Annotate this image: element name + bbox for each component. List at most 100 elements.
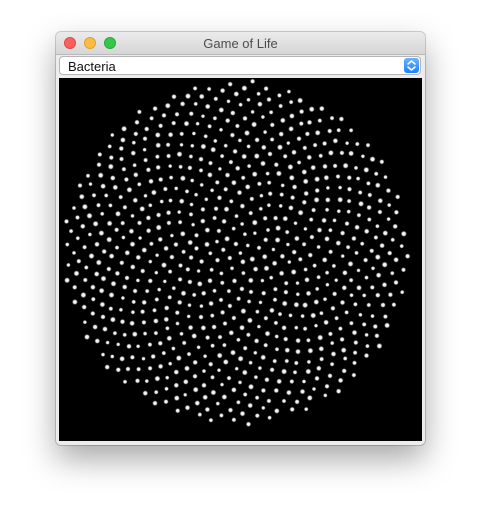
- bacteria-cell: [97, 151, 103, 158]
- bacteria-cell: [115, 342, 121, 347]
- bacteria-cell: [176, 151, 183, 158]
- bacteria-cell: [153, 389, 159, 395]
- bacteria-cell: [296, 159, 302, 166]
- bacteria-cell: [169, 233, 175, 238]
- bacteria-cell: [108, 253, 115, 260]
- bacteria-cell: [200, 324, 207, 331]
- bacteria-cell: [223, 235, 231, 242]
- bacteria-cell: [199, 182, 205, 188]
- bacteria-cell: [392, 223, 399, 230]
- bacteria-cell: [246, 143, 252, 149]
- bacteria-cell: [107, 202, 113, 208]
- simulation-select-value: Bacteria: [68, 59, 116, 74]
- bacteria-cell: [325, 282, 330, 288]
- bacteria-cell: [288, 125, 295, 132]
- bacteria-cell: [335, 388, 342, 395]
- bacteria-cell: [229, 349, 237, 356]
- life-canvas[interactable]: [59, 78, 422, 441]
- bacteria-cell: [291, 184, 298, 190]
- bacteria-cell: [278, 103, 284, 109]
- bacteria-cell: [364, 275, 369, 281]
- bacteria-cell: [286, 259, 292, 265]
- bacteria-cell: [90, 296, 96, 302]
- bacteria-cell: [179, 175, 187, 182]
- bacteria-cell: [110, 280, 117, 287]
- bacteria-cell: [267, 415, 273, 421]
- bacteria-cell: [156, 287, 162, 293]
- bacteria-cell: [266, 398, 272, 404]
- bacteria-cell: [336, 208, 342, 214]
- bacteria-cell: [276, 144, 284, 151]
- bacteria-cell: [240, 270, 246, 276]
- bacteria-cell: [306, 394, 313, 402]
- bacteria-cell: [387, 291, 394, 298]
- bacteria-cell: [120, 220, 126, 226]
- bacteria-cell: [94, 241, 100, 248]
- bacteria-cell: [184, 188, 190, 194]
- simulation-select[interactable]: Bacteria: [59, 56, 421, 75]
- bacteria-cell: [370, 313, 375, 319]
- bacteria-cell: [132, 162, 138, 168]
- bacteria-cell: [142, 147, 147, 153]
- bacteria-cell: [191, 292, 197, 298]
- bacteria-cell: [187, 279, 193, 285]
- bacteria-cell: [139, 268, 146, 274]
- bacteria-cell: [130, 213, 135, 219]
- bacteria-cell: [229, 265, 235, 271]
- bacteria-cell: [379, 159, 385, 165]
- bacteria-cell: [318, 310, 324, 316]
- bacteria-cell: [132, 288, 138, 294]
- bacteria-cell: [97, 172, 104, 179]
- bacteria-cell: [135, 366, 142, 372]
- bacteria-cell: [339, 336, 345, 343]
- bacteria-cell: [220, 247, 227, 253]
- bacteria-cell: [221, 218, 228, 225]
- bacteria-cell: [218, 270, 224, 276]
- bacteria-cell: [237, 380, 243, 385]
- bacteria-cell: [273, 387, 280, 394]
- bacteria-cell: [155, 164, 162, 171]
- bacteria-cell: [239, 410, 246, 417]
- bacteria-cell: [167, 294, 173, 300]
- bacteria-cell: [191, 332, 198, 340]
- bacteria-cell: [340, 347, 347, 354]
- bacteria-cell: [161, 112, 167, 119]
- bacteria-cell: [85, 173, 91, 179]
- bacteria-cell: [182, 392, 188, 398]
- bacteria-cell: [207, 160, 214, 166]
- bacteria-cell: [325, 185, 331, 191]
- bacteria-cell: [265, 227, 271, 233]
- bacteria-cell: [317, 118, 323, 124]
- bacteria-cell: [120, 235, 126, 240]
- bacteria-cell: [383, 174, 388, 180]
- bacteria-cell: [377, 197, 384, 204]
- bacteria-cell: [71, 205, 77, 211]
- bacteria-cell: [324, 383, 330, 390]
- bacteria-cell: [359, 241, 365, 247]
- bacteria-cell: [137, 235, 143, 241]
- bacteria-cell: [219, 309, 226, 316]
- bacteria-cell: [179, 101, 186, 107]
- bacteria-cell: [294, 399, 300, 405]
- bacteria-cell: [256, 181, 263, 187]
- bacteria-cell: [118, 307, 124, 313]
- bacteria-cell: [286, 89, 292, 94]
- bacteria-cell: [240, 175, 246, 181]
- bacteria-cell: [145, 166, 152, 173]
- bacteria-cell: [155, 212, 162, 218]
- bacteria-cell: [231, 226, 237, 232]
- bacteria-cell: [216, 352, 223, 359]
- bacteria-cell: [338, 116, 345, 122]
- bacteria-cell: [198, 93, 205, 100]
- bacteria-cell: [71, 284, 78, 291]
- bacteria-cell: [354, 224, 361, 231]
- updown-chevron-icon[interactable]: [404, 58, 419, 73]
- bacteria-cell: [259, 160, 267, 167]
- bacteria-cell: [264, 330, 271, 337]
- bacteria-cell: [245, 421, 252, 427]
- bacteria-cell: [134, 119, 140, 126]
- title-bar[interactable]: Game of Life: [56, 32, 425, 55]
- bacteria-cell: [251, 219, 258, 226]
- bacteria-cell: [271, 247, 276, 252]
- bacteria-cell: [204, 103, 211, 110]
